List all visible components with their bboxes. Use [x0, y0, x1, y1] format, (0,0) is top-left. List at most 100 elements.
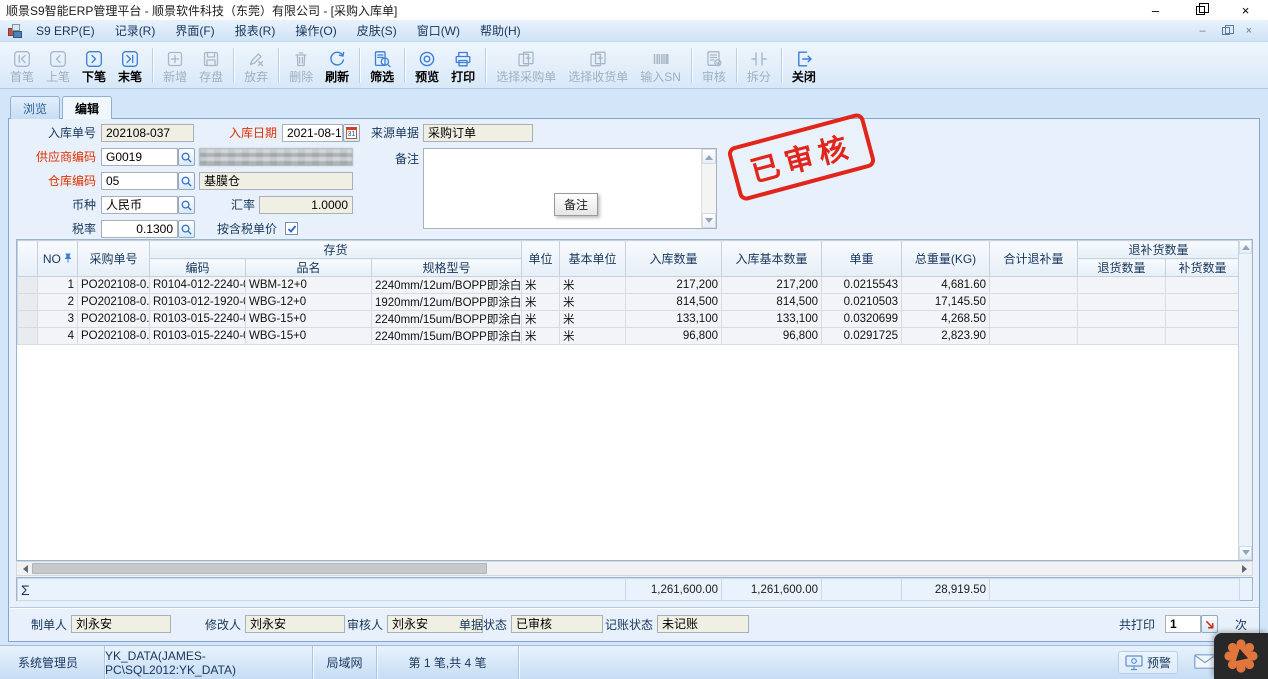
toolbar-refresh-button[interactable]: 刷新 — [319, 44, 355, 87]
toolbar-first-button[interactable]: 首笔 — [4, 44, 40, 87]
row-selector[interactable] — [18, 294, 38, 311]
toolbar-select-receipt-button[interactable]: 选择收货单 — [562, 44, 634, 87]
toolbar-audit-button[interactable]: 审核 — [696, 44, 732, 87]
toolbar-input-sn-button[interactable]: 输入SN — [634, 44, 687, 87]
envelope-icon — [1194, 654, 1216, 669]
print-count-input[interactable]: 1 — [1165, 615, 1201, 633]
menu-item-s9erp[interactable]: S9 ERP(E) — [26, 20, 105, 41]
menu-item-report[interactable]: 报表(R) — [225, 20, 286, 41]
header-total-adjust[interactable]: 合计退补量 — [990, 241, 1078, 277]
header-unit[interactable]: 单位 — [522, 241, 560, 277]
cell-unit: 米 — [522, 328, 560, 345]
scrollbar-thumb[interactable] — [32, 563, 487, 574]
audited-stamp: 已审核 — [726, 112, 877, 203]
cell-no: 2 — [38, 294, 78, 311]
tab-browse[interactable]: 浏览 — [10, 96, 60, 119]
header-return-qty[interactable]: 退货数量 — [1078, 259, 1166, 277]
toolbar-prev-button[interactable]: 上笔 — [40, 44, 76, 87]
header-replenish-qty[interactable]: 补货数量 — [1166, 259, 1239, 277]
table-row[interactable]: 4 PO202108-0... R0103-015-2240-00 WBG-15… — [18, 328, 1239, 345]
currency-field[interactable]: 人民币 — [101, 196, 178, 214]
toolbar-delete-button[interactable]: 删除 — [283, 44, 319, 87]
supplier-code-field[interactable]: G0019 — [101, 148, 178, 166]
scroll-left-button[interactable] — [17, 562, 32, 575]
scroll-up-button[interactable] — [702, 149, 716, 164]
header-total-weight[interactable]: 总重量(KG) — [902, 241, 990, 277]
tab-edit[interactable]: 编辑 — [62, 96, 112, 119]
mdi-minimize-button[interactable]: – — [1199, 25, 1205, 37]
warehouse-code-field[interactable]: 05 — [101, 172, 178, 190]
row-selector[interactable] — [18, 277, 38, 294]
scroll-down-button[interactable] — [702, 213, 716, 228]
close-button[interactable]: × — [1223, 0, 1268, 20]
header-base-qty[interactable]: 入库基本数量 — [722, 241, 822, 277]
toolbar-split-button[interactable]: 拆分 — [741, 44, 777, 87]
header-base-unit[interactable]: 基本单位 — [560, 241, 626, 277]
row-selector[interactable] — [18, 328, 38, 345]
header-no[interactable]: NO — [38, 241, 78, 277]
supplier-lookup-button[interactable] — [178, 148, 195, 166]
remark-textarea[interactable] — [423, 148, 717, 229]
print-count-dropdown-button[interactable] — [1201, 615, 1218, 633]
menu-item-help[interactable]: 帮助(H) — [470, 20, 531, 41]
toolbar-discard-button[interactable]: 放弃 — [238, 44, 274, 87]
mdi-restore-button[interactable] — [1222, 27, 1230, 35]
toolbar-filter-button[interactable]: 筛选 — [364, 44, 400, 87]
currency-lookup-button[interactable] — [178, 196, 195, 214]
toolbar-new-button[interactable]: 新增 — [157, 44, 193, 87]
rate-label: 汇率 — [199, 196, 255, 214]
header-spec[interactable]: 规格型号 — [372, 259, 522, 277]
table-row[interactable]: 1 PO202108-0... R0104-012-2240-00 WBM-12… — [18, 277, 1239, 294]
menu-item-operation[interactable]: 操作(O) — [285, 20, 346, 41]
cell-base-unit: 米 — [560, 294, 626, 311]
statusbar-record-position: 第 1 笔,共 4 笔 — [377, 646, 519, 679]
table-row[interactable]: 2 PO202108-0... R0103-012-1920-00 WBG-12… — [18, 294, 1239, 311]
minimize-button[interactable]: – — [1133, 0, 1178, 20]
grid-horizontal-scrollbar[interactable] — [16, 561, 1253, 576]
toolbar-close-button[interactable]: 关闭 — [786, 44, 822, 87]
tax-field[interactable]: 0.1300 — [101, 220, 178, 238]
header-selector[interactable] — [18, 241, 38, 277]
cell-unit-weight: 0.0320699 — [822, 311, 902, 328]
row-selector[interactable] — [18, 311, 38, 328]
header-code[interactable]: 编码 — [150, 259, 246, 277]
toolbar-last-button[interactable]: 末笔 — [112, 44, 148, 87]
sigma-symbol: Σ — [21, 582, 30, 598]
header-qty[interactable]: 入库数量 — [626, 241, 722, 277]
mail-button[interactable] — [1194, 654, 1216, 672]
menu-item-record[interactable]: 记录(R) — [105, 20, 166, 41]
statusbar: 系统管理员 YK_DATA(JAMES-PC\SQL2012:YK_DATA) … — [0, 645, 1268, 679]
menu-item-window[interactable]: 窗口(W) — [407, 20, 470, 41]
doc-no-field: 202108-037 — [101, 124, 194, 142]
tax-incl-checkbox[interactable] — [285, 222, 298, 235]
table-row[interactable]: 3 PO202108-0... R0103-015-2240-00 WBG-15… — [18, 311, 1239, 328]
scroll-right-button[interactable] — [1237, 562, 1252, 575]
warehouse-lookup-button[interactable] — [178, 172, 195, 190]
alert-button[interactable]: 预警 — [1118, 651, 1178, 674]
header-inventory-group[interactable]: 存货 — [150, 241, 522, 259]
grid-vertical-scrollbar[interactable] — [1238, 240, 1252, 560]
header-po[interactable]: 采购单号 — [78, 241, 150, 277]
toolbar: 首笔 上笔 下笔 末笔 新增 存盘 放弃 删除 — [0, 42, 1268, 89]
menu-item-skin[interactable]: 皮肤(S) — [347, 20, 407, 41]
recorder-overlay-button[interactable] — [1214, 633, 1268, 679]
scroll-up-button[interactable] — [1239, 240, 1252, 254]
cell-unit-weight: 0.0291725 — [822, 328, 902, 345]
scroll-down-button[interactable] — [1239, 546, 1252, 560]
toolbar-save-button[interactable]: 存盘 — [193, 44, 229, 87]
header-adjust-group[interactable]: 退补货数量 — [1078, 241, 1239, 259]
restore-button[interactable] — [1178, 0, 1223, 20]
footer-divider — [10, 607, 1259, 608]
date-field[interactable]: 2021-08-19 — [282, 124, 343, 142]
menu-item-interface[interactable]: 界面(F) — [165, 20, 224, 41]
mdi-close-button[interactable]: × — [1246, 25, 1252, 37]
toolbar-select-po-button[interactable]: 选择采购单 — [490, 44, 562, 87]
header-unit-weight[interactable]: 单重 — [822, 241, 902, 277]
cell-code: R0103-015-2240-00 — [150, 311, 246, 328]
toolbar-next-button[interactable]: 下笔 — [76, 44, 112, 87]
header-name[interactable]: 品名 — [246, 259, 372, 277]
remark-scrollbar[interactable] — [701, 149, 716, 228]
toolbar-print-button[interactable]: 打印 — [445, 44, 481, 87]
tax-lookup-button[interactable] — [178, 220, 195, 238]
toolbar-preview-button[interactable]: 预览 — [409, 44, 445, 87]
